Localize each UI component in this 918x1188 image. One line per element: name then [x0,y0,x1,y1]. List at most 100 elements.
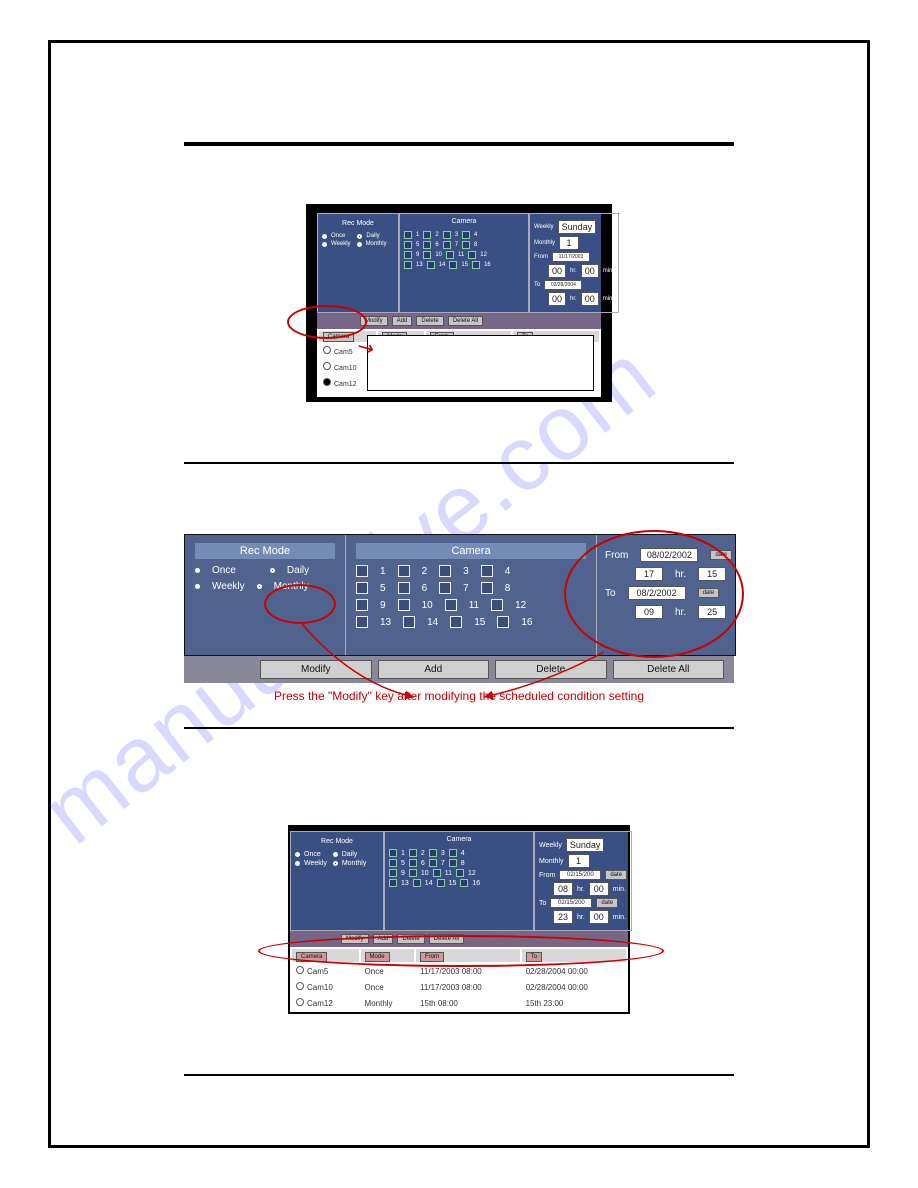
cam-checkbox[interactable] [356,616,368,628]
radio-daily[interactable] [333,852,338,857]
cam-checkbox[interactable] [423,231,431,239]
cam-checkbox[interactable] [429,859,437,867]
cam-checkbox[interactable] [389,859,397,867]
cam-checkbox[interactable] [481,582,493,594]
cam-checkbox[interactable] [456,869,464,877]
cam-checkbox[interactable] [398,599,410,611]
date-button[interactable]: date [596,898,618,908]
cam-checkbox[interactable] [468,251,476,259]
radio-daily[interactable] [270,568,275,573]
delete-button[interactable]: Delete [416,316,443,326]
from-hr[interactable]: 00 [548,264,566,278]
cam-checkbox[interactable] [433,869,441,877]
cam-checkbox[interactable] [389,869,397,877]
cam-checkbox[interactable] [398,582,410,594]
cam-checkbox[interactable] [404,251,412,259]
cam-checkbox[interactable] [427,261,435,269]
camera-column: Camera 1234 5678 9101112 13141516 [384,831,534,931]
weekly-select[interactable]: Sunday [558,220,597,234]
cam-checkbox[interactable] [423,251,431,259]
radio-monthly[interactable] [257,584,262,589]
cam-checkbox[interactable] [449,859,457,867]
cam-checkbox[interactable] [472,261,480,269]
modify-button[interactable]: Modify [260,660,372,679]
cam-checkbox[interactable] [356,599,368,611]
button-bar: Modify Add Delete Delete All [184,656,734,683]
table-row[interactable]: Cam10Once11/17/2003 08:0002/28/2004 00:0… [292,980,626,994]
weekly-select[interactable]: Sunday [566,838,605,852]
to-date[interactable]: 02/28/2004 [544,280,582,290]
row-radio[interactable] [323,362,331,370]
cam-checkbox[interactable] [491,599,503,611]
cam-checkbox[interactable] [497,616,509,628]
cam-checkbox[interactable] [423,241,431,249]
cam-checkbox[interactable] [439,582,451,594]
monthly-select[interactable]: 1 [568,854,590,868]
from-min[interactable]: 00 [581,264,599,278]
radio-once[interactable] [322,234,327,239]
cam-checkbox[interactable] [404,261,412,269]
from-date[interactable]: 11/17/2003 [552,252,590,262]
mode-label: Once [331,233,345,239]
cam-checkbox[interactable] [450,616,462,628]
cam-checkbox[interactable] [389,879,397,887]
row-radio[interactable] [323,346,331,354]
table-row[interactable]: Cam12Monthly15th 08:0015th 23:00 [292,996,626,1010]
row-radio[interactable] [296,982,304,990]
to-hr[interactable]: 23 [553,910,573,924]
from-min[interactable]: 00 [589,882,609,896]
radio-once[interactable] [195,568,200,573]
cam-checkbox[interactable] [445,599,457,611]
row-radio[interactable] [296,966,304,974]
radio-weekly[interactable] [195,584,200,589]
radio-monthly[interactable] [333,861,338,866]
radio-weekly[interactable] [295,861,300,866]
cam-checkbox[interactable] [481,565,493,577]
radio-monthly[interactable] [357,242,362,247]
cam-checkbox[interactable] [460,879,468,887]
radio-once[interactable] [295,852,300,857]
from-label: From [534,254,548,260]
cam-checkbox[interactable] [413,879,421,887]
cam-checkbox[interactable] [462,241,470,249]
monthly-select[interactable]: 1 [559,236,579,250]
cam-checkbox[interactable] [356,582,368,594]
cam-checkbox[interactable] [404,241,412,249]
to-date[interactable]: 02/15/200 [550,898,592,908]
cam-checkbox[interactable] [449,849,457,857]
from-date[interactable]: 02/15/200 [559,870,601,880]
add-button[interactable]: Add [392,316,413,326]
cam-checkbox[interactable] [356,565,368,577]
cam-checkbox[interactable] [409,869,417,877]
row-radio[interactable] [296,998,304,1006]
to-min[interactable]: 00 [581,292,599,306]
cam-checkbox[interactable] [398,565,410,577]
row-radio[interactable] [323,378,331,386]
cam-checkbox[interactable] [403,616,415,628]
cam-checkbox[interactable] [443,231,451,239]
cam-checkbox[interactable] [446,251,454,259]
cam-checkbox[interactable] [429,849,437,857]
cam-checkbox[interactable] [389,849,397,857]
cam-checkbox[interactable] [409,859,417,867]
deleteall-button[interactable]: Delete All [448,316,483,326]
to-min[interactable]: 00 [589,910,609,924]
camera-header: Camera [389,836,529,847]
from-hr[interactable]: 08 [553,882,573,896]
cam-checkbox[interactable] [449,261,457,269]
delete-button[interactable]: Delete [495,660,607,679]
top-settings-bar: Rec Mode OnceDaily WeeklyMonthly Camera … [317,213,601,313]
radio-weekly[interactable] [322,242,327,247]
date-button[interactable]: date [605,870,627,880]
cam-checkbox[interactable] [437,879,445,887]
to-hr[interactable]: 00 [548,292,566,306]
add-button[interactable]: Add [378,660,490,679]
deleteall-button[interactable]: Delete All [613,660,725,679]
cam-checkbox[interactable] [443,241,451,249]
cam-checkbox[interactable] [404,231,412,239]
to-label: To [534,282,540,288]
radio-daily[interactable] [357,234,362,239]
cam-checkbox[interactable] [439,565,451,577]
cam-checkbox[interactable] [462,231,470,239]
cam-checkbox[interactable] [409,849,417,857]
